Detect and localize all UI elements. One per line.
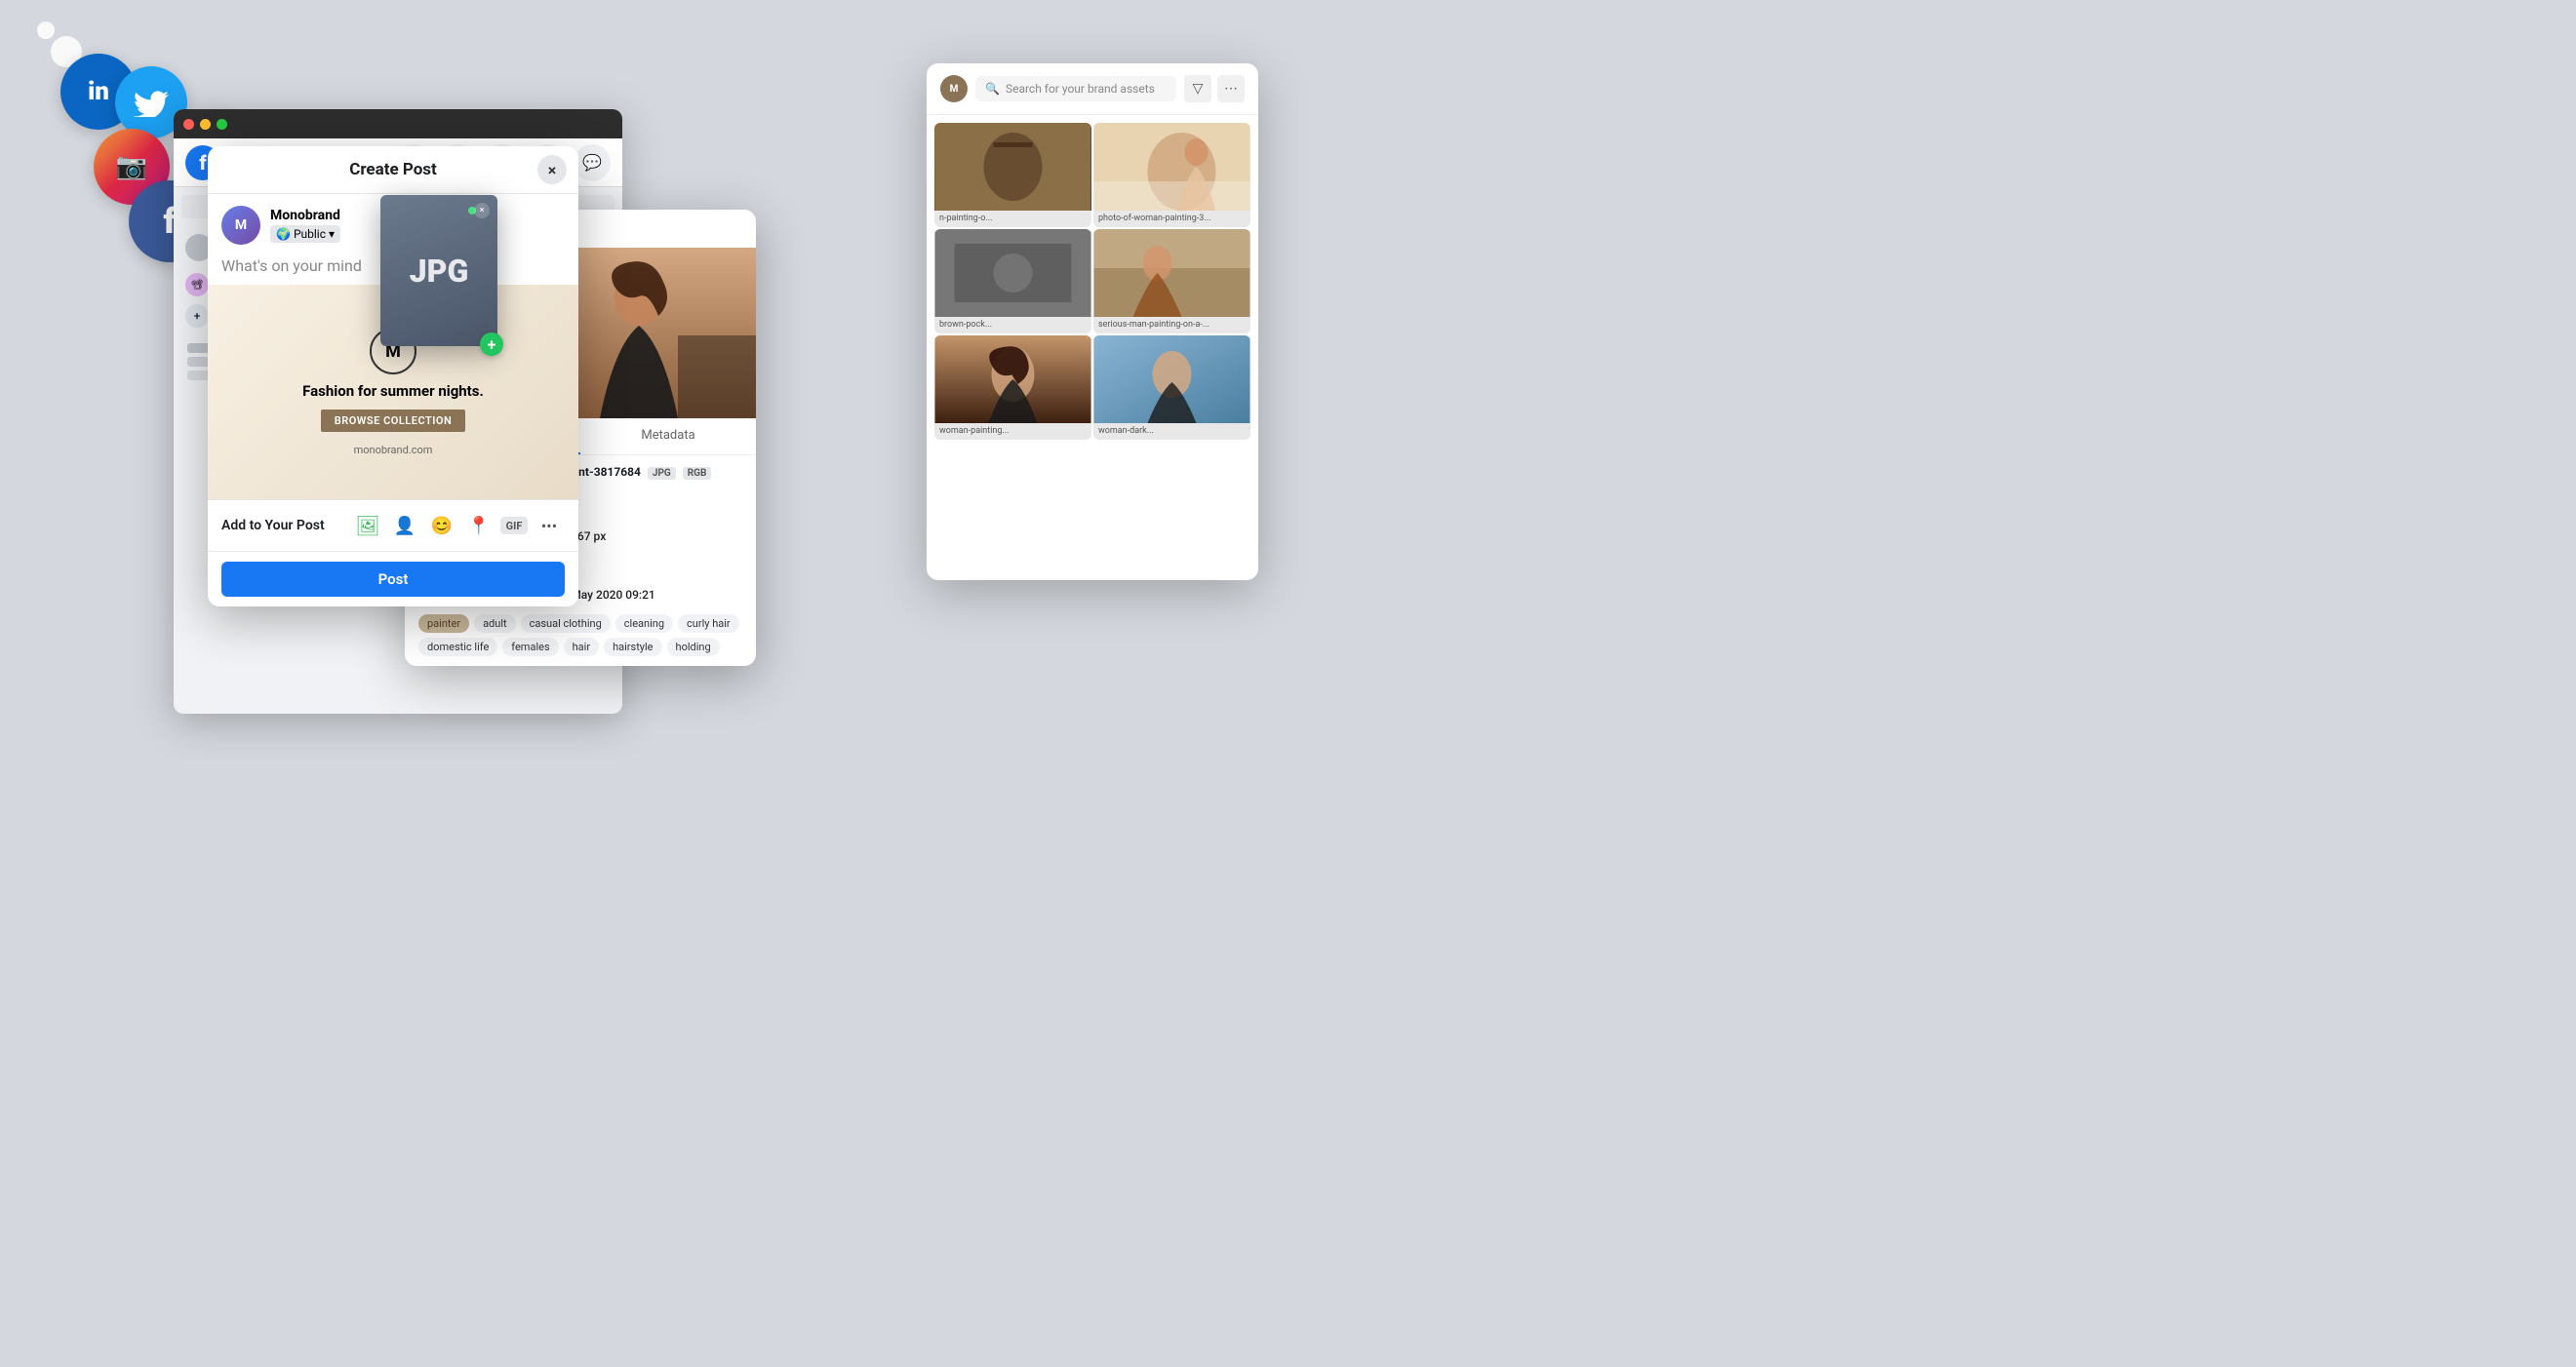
tag-hair[interactable]: hair (564, 638, 599, 656)
chevron-down-icon: ▾ (329, 227, 335, 241)
check-in-button[interactable]: 📍 (463, 510, 495, 541)
jpg-close-button[interactable]: × (474, 203, 490, 218)
decorative-dot-small (37, 21, 55, 39)
jpg-add-button[interactable]: + (480, 332, 503, 356)
tag-curly-hair[interactable]: curly hair (678, 614, 739, 633)
window-dot-yellow[interactable] (200, 119, 211, 130)
asset-name-1: photo-of-woman-painting-3... (1093, 211, 1250, 227)
asset-item-5[interactable]: woman-dark... (1093, 335, 1250, 440)
asset-grid: n-painting-o... photo-of-woman-painting-… (927, 115, 1258, 448)
tag-females[interactable]: females (502, 638, 558, 656)
tag-cleaning[interactable]: cleaning (615, 614, 673, 633)
format-badge: JPG (648, 467, 676, 480)
asset-item-3[interactable]: serious-man-painting-on-a-... (1093, 229, 1250, 333)
globe-icon: 🌍 (276, 227, 291, 241)
public-label: Public (294, 227, 326, 241)
asset-name-2: brown-pock... (934, 317, 1091, 333)
asset-item-0[interactable]: n-painting-o... (934, 123, 1091, 227)
jpg-label: JPG (410, 253, 469, 290)
asset-name-0: n-painting-o... (934, 211, 1091, 227)
asset-panel-header: M 🔍 Search for your brand assets ▽ ⋯ (927, 63, 1258, 115)
asset-panel-avatar: M (940, 75, 968, 102)
asset-thumb-2 (934, 229, 1091, 317)
tag-casual-clothing[interactable]: casual clothing (521, 614, 611, 633)
brand-tagline: Fashion for summer nights. (302, 382, 484, 402)
browser-titlebar (174, 109, 622, 138)
more-button[interactable]: ⋯ (1217, 75, 1245, 102)
asset-thumb-3 (1093, 229, 1250, 317)
more-options-button[interactable]: ••• (534, 510, 565, 541)
jpg-file-overlay: × JPG + (380, 195, 497, 346)
fb-nav-messenger[interactable]: 💬 (574, 144, 611, 181)
filter-button[interactable]: ▽ (1184, 75, 1211, 102)
asset-item-4[interactable]: woman-painting... (934, 335, 1091, 440)
tab-metadata[interactable]: Metadata (580, 418, 756, 454)
asset-thumb-0 (934, 123, 1091, 211)
modal-username: Monobrand (270, 208, 340, 223)
search-icon: 🔍 (985, 82, 1000, 96)
twitter-bird-icon (134, 88, 169, 117)
asset-panel-actions: ▽ ⋯ (1184, 75, 1245, 102)
color-badge: RGB (683, 467, 712, 480)
modal-close-button[interactable]: × (537, 155, 567, 184)
modal-header: Create Post × (208, 146, 578, 194)
asset-thumb-4 (934, 335, 1091, 423)
modal-user-avatar: M (221, 206, 260, 245)
tag-domestic-life[interactable]: domestic life (418, 638, 497, 656)
asset-item-1[interactable]: photo-of-woman-painting-3... (1093, 123, 1250, 227)
post-button[interactable]: Post (221, 562, 565, 597)
add-to-post-label: Add to Your Post (221, 518, 325, 533)
fb-reel-icon: 📽 (185, 273, 209, 296)
add-emoji-button[interactable]: 😊 (426, 510, 457, 541)
browse-collection-button[interactable]: BROWSE COLLECTION (321, 410, 466, 432)
asset-name-4: woman-painting... (934, 423, 1091, 440)
window-dot-red[interactable] (183, 119, 194, 130)
tag-hairstyle[interactable]: hairstyle (604, 638, 661, 656)
add-photo-video-button[interactable]: 🖼 (352, 510, 383, 541)
tag-painter[interactable]: painter (418, 614, 469, 633)
brand-url: monobrand.com (354, 444, 433, 456)
modal-title: Create Post (349, 160, 437, 179)
tag-people-button[interactable]: 👤 (389, 510, 420, 541)
asset-name-5: woman-dark... (1093, 423, 1250, 440)
tag-adult[interactable]: adult (474, 614, 516, 633)
add-gif-button[interactable]: GIF (500, 517, 528, 534)
asset-item-2[interactable]: brown-pock... (934, 229, 1091, 333)
asset-panel: M 🔍 Search for your brand assets ▽ ⋯ n-p… (927, 63, 1258, 580)
tag-holding[interactable]: holding (667, 638, 720, 656)
asset-name-3: serious-man-painting-on-a-... (1093, 317, 1250, 333)
tags-section: painter adult casual clothing cleaning c… (418, 614, 742, 656)
asset-thumb-5 (1093, 335, 1250, 423)
fb-add-icon[interactable]: + (185, 304, 209, 328)
modal-public-button[interactable]: 🌍 Public ▾ (270, 225, 340, 243)
modal-add-to-post-bar: Add to Your Post 🖼 👤 😊 📍 GIF ••• (208, 499, 578, 552)
window-dot-green[interactable] (217, 119, 227, 130)
asset-search-bar[interactable]: 🔍 Search for your brand assets (975, 76, 1176, 101)
asset-thumb-1 (1093, 123, 1250, 211)
asset-search-placeholder: Search for your brand assets (1006, 82, 1155, 96)
